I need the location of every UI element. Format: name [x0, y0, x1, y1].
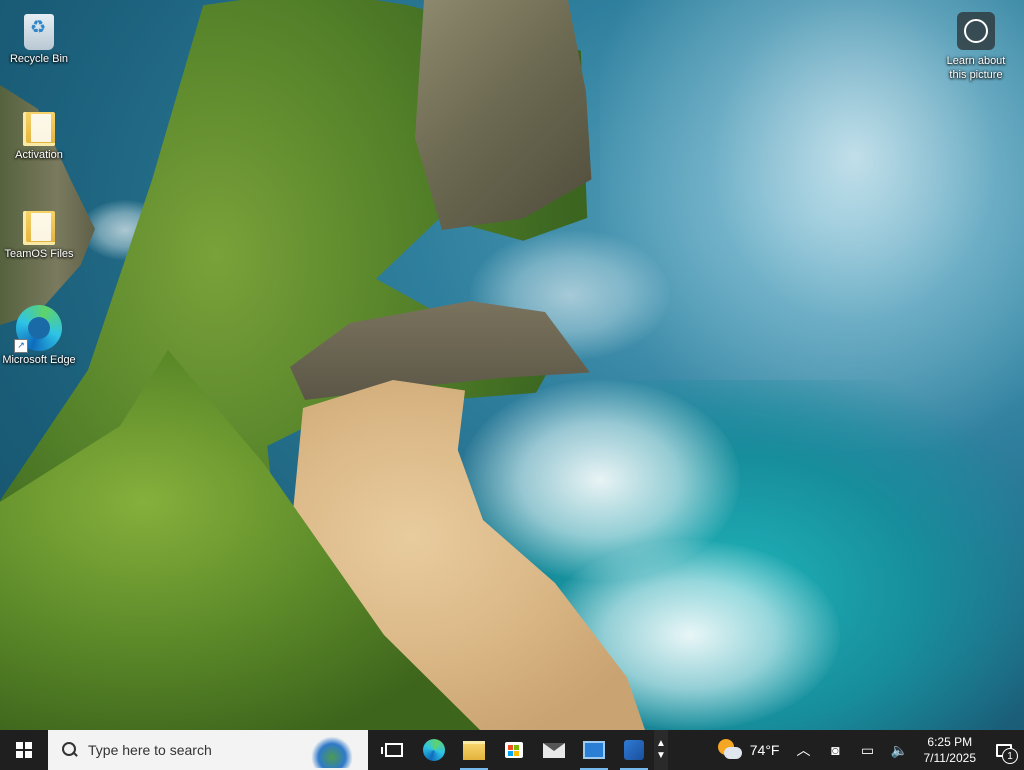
mail-icon [543, 742, 565, 758]
desktop-icon-activation[interactable]: Activation [1, 108, 77, 162]
network-icon: ▭ [860, 741, 875, 758]
taskbar: ▲ ▼ 74°F ︿ ◙ ▭ 🔈 6:25 PM 7/11/2025 1 [0, 730, 1024, 770]
taskbar-store-button[interactable] [494, 730, 534, 770]
partly-cloudy-icon [717, 739, 742, 761]
show-hidden-icons-button[interactable]: ︿ [788, 730, 820, 770]
desktop-icon-microsoft-edge[interactable]: ↗ Microsoft Edge [1, 305, 77, 367]
recycle-bin-icon [24, 14, 54, 50]
taskbar-file-explorer-button[interactable] [454, 730, 494, 770]
task-view-icon [381, 743, 403, 757]
taskbar-scroll-button[interactable]: ▲ ▼ [654, 730, 668, 770]
taskbar-control-panel-button[interactable] [574, 730, 614, 770]
learn-about-this-picture[interactable]: Learn about this picture [937, 12, 1015, 82]
desktop-icon-label: Activation [15, 149, 63, 161]
desktop-icon-label: Recycle Bin [9, 53, 69, 65]
clock-date: 7/11/2025 [923, 751, 977, 765]
volume-button[interactable]: 🔈 [884, 730, 916, 770]
desktop-icon-label: Microsoft Edge [2, 354, 76, 366]
desktop-icon-label: TeamOS Files [4, 248, 74, 260]
desktop-icon-teamos-files[interactable]: TeamOS Files [1, 207, 77, 261]
weather-widget[interactable]: 74°F [710, 730, 788, 770]
store-icon [505, 742, 523, 758]
network-button[interactable]: ▭ [852, 730, 884, 770]
folder-icon [23, 211, 55, 245]
clock-time: 6:25 PM [927, 735, 973, 749]
edge-icon: ↗ [14, 305, 62, 353]
app-icon [624, 740, 644, 760]
search-highlight-icon [310, 732, 354, 768]
system-tray: ︿ ◙ ▭ 🔈 [788, 730, 916, 770]
learn-about-label: Learn about this picture [946, 55, 1006, 81]
action-center-button[interactable]: 1 [984, 730, 1024, 770]
chevron-up-icon: ︿ [796, 742, 811, 758]
desktop-icon-recycle-bin[interactable]: Recycle Bin [1, 10, 77, 66]
speaker-icon: 🔈 [890, 741, 909, 758]
windows-logo-icon [16, 742, 32, 758]
meet-now-button[interactable]: ◙ [820, 730, 852, 770]
notification-badge: 1 [1002, 748, 1018, 764]
camera-icon [957, 12, 995, 50]
desktop-wallpaper [0, 0, 1024, 730]
edge-icon [423, 739, 445, 761]
taskbar-mail-button[interactable] [534, 730, 574, 770]
task-view-button[interactable] [374, 730, 414, 770]
search-input[interactable] [86, 741, 290, 759]
clock[interactable]: 6:25 PM 7/11/2025 [916, 734, 985, 766]
search-icon [60, 740, 80, 760]
shortcut-arrow-icon: ↗ [14, 339, 28, 353]
taskbar-edge-button[interactable] [414, 730, 454, 770]
webcam-icon: ◙ [831, 742, 840, 758]
taskbar-app-button[interactable] [614, 730, 654, 770]
folder-icon [23, 112, 55, 146]
control-panel-icon [583, 741, 605, 759]
chevron-down-icon: ▼ [656, 750, 666, 761]
weather-temperature: 74°F [749, 742, 780, 758]
file-explorer-icon [463, 740, 485, 760]
search-box[interactable] [48, 730, 368, 770]
start-button[interactable] [0, 730, 48, 770]
chevron-up-icon: ▲ [656, 738, 666, 749]
